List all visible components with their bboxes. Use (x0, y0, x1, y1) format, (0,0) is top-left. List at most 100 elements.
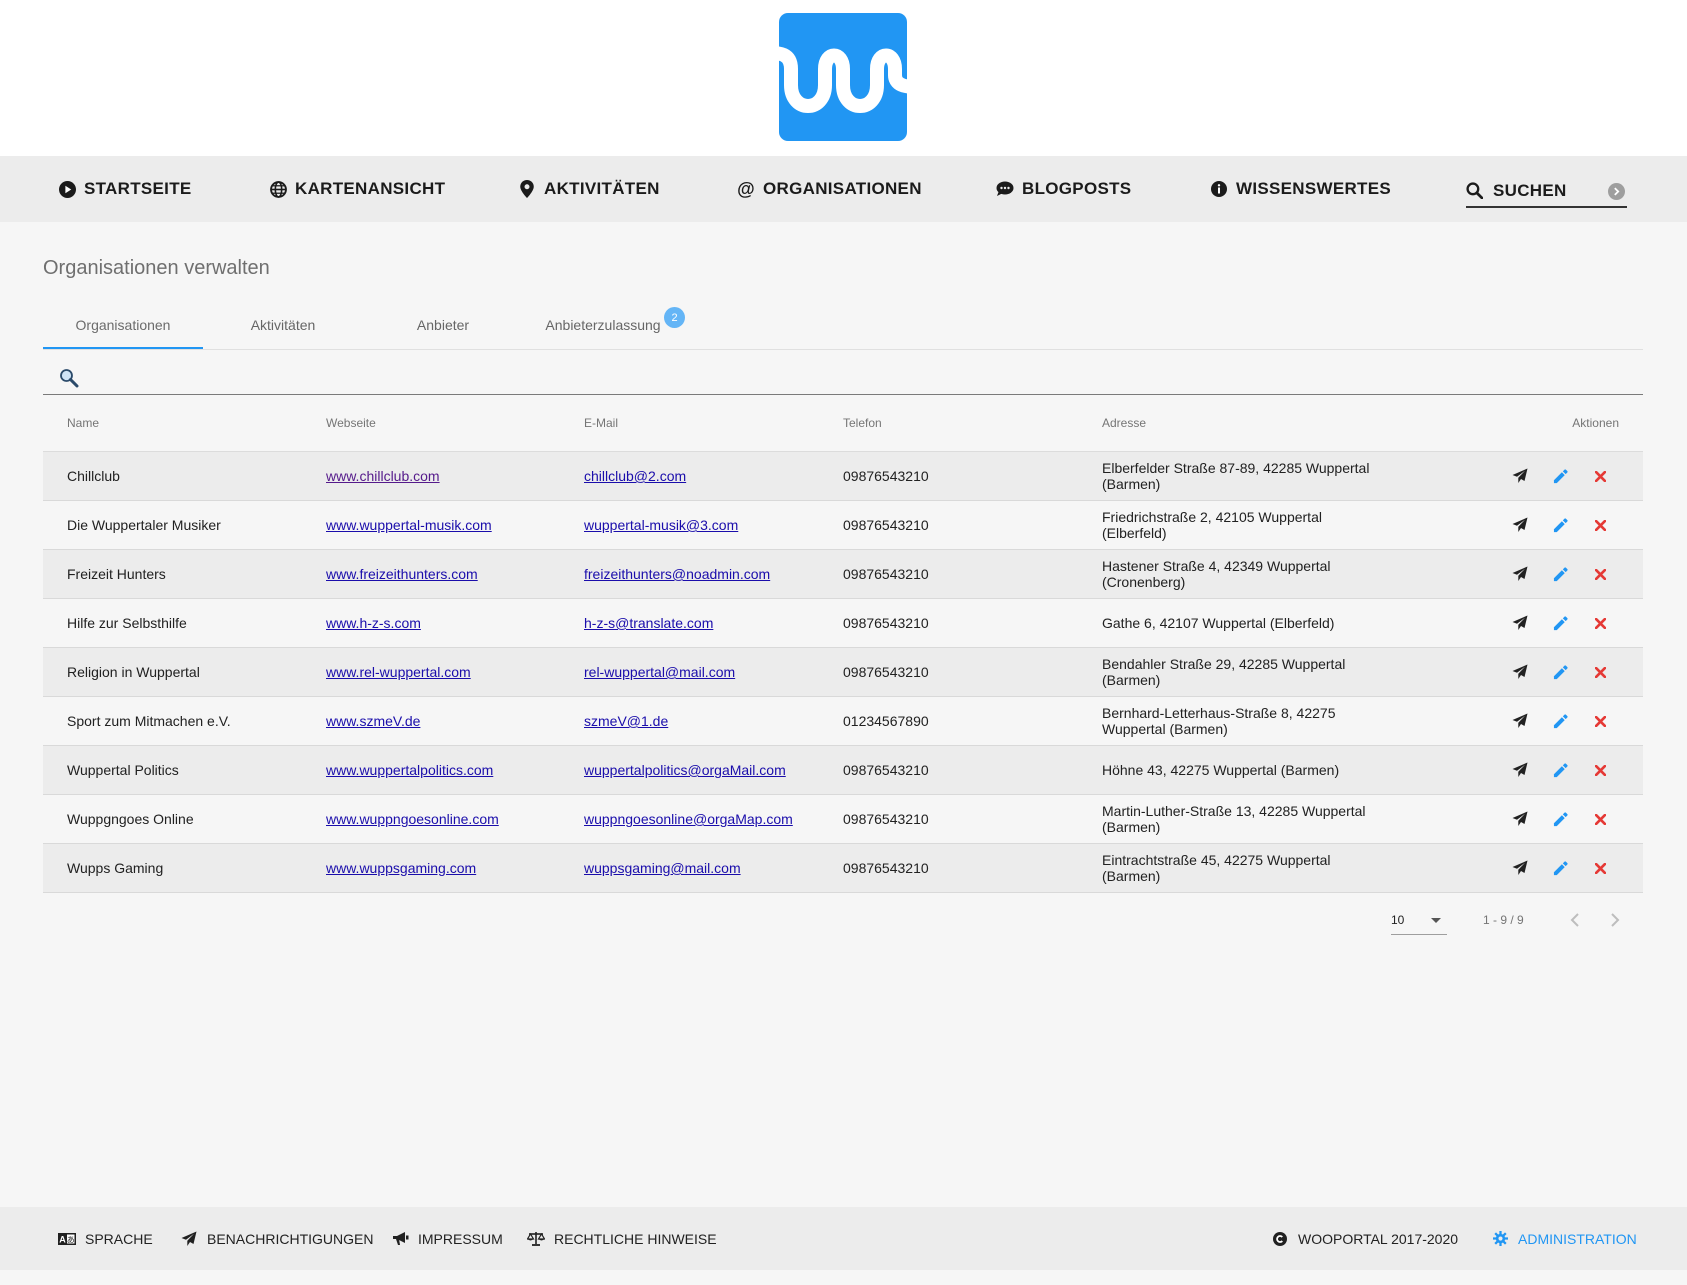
nav-item-blogposts[interactable]: BLOGPOSTS (996, 156, 1131, 222)
website-link[interactable]: www.rel-wuppertal.com (326, 664, 471, 680)
delete-x-icon (1594, 666, 1606, 678)
nav-item-startseite[interactable]: STARTSEITE (58, 156, 192, 222)
footer-item-label: RECHTLICHE HINWEISE (554, 1230, 717, 1247)
send-message-button[interactable] (1510, 662, 1530, 682)
email-link[interactable]: wuppngoesonline@orgaMap.com (584, 811, 793, 827)
website-link[interactable]: www.freizeithunters.com (326, 566, 478, 582)
footer-impressum[interactable]: IMPRESSUM (391, 1207, 503, 1270)
email-link[interactable]: rel-wuppertal@mail.com (584, 664, 735, 680)
delete-button[interactable] (1590, 809, 1610, 829)
footer-language[interactable]: Aあ SPRACHE (58, 1207, 153, 1270)
footer-notifications[interactable]: BENACHRICHTIGUNGEN (180, 1207, 373, 1270)
edit-button[interactable] (1550, 858, 1570, 878)
footer-item-label: IMPRESSUM (418, 1230, 503, 1247)
next-page-button[interactable] (1605, 910, 1625, 930)
edit-button[interactable] (1550, 662, 1570, 682)
email-link[interactable]: szmeV@1.de (584, 713, 668, 729)
delete-x-icon (1594, 470, 1606, 482)
email-link[interactable]: h-z-s@translate.com (584, 615, 713, 631)
edit-button[interactable] (1550, 466, 1570, 486)
footer-administration[interactable]: ADMINISTRATION (1491, 1207, 1637, 1270)
table-row[interactable]: Wupps Gaming www.wuppsgaming.com wuppsgami… (43, 844, 1643, 893)
send-message-button[interactable] (1510, 466, 1530, 486)
tab-organisationen[interactable]: Organisationen (43, 302, 203, 348)
send-icon (1512, 517, 1528, 533)
footer: Aあ SPRACHE BENACHRICHTIGUNGEN IMPRESSUM … (0, 1207, 1687, 1270)
delete-x-icon (1594, 568, 1606, 580)
edit-button[interactable] (1550, 515, 1570, 535)
website-link[interactable]: www.wuppertalpolitics.com (326, 762, 493, 778)
email-link[interactable]: wuppertalpolitics@orgaMail.com (584, 762, 786, 778)
nav-item-label: ORGANISATIONEN (763, 179, 922, 198)
website-link[interactable]: www.wuppertal-musik.com (326, 517, 492, 533)
delete-button[interactable] (1590, 760, 1610, 780)
edit-button[interactable] (1550, 711, 1570, 731)
cell-address: Hastener Straße 4, 42349 Wuppertal (Cron… (1102, 558, 1331, 590)
column-header-phone[interactable]: Telefon (843, 395, 882, 451)
website-link[interactable]: www.wuppngoesonline.com (326, 811, 499, 827)
column-header-address[interactable]: Adresse (1102, 395, 1146, 451)
send-message-button[interactable] (1510, 564, 1530, 584)
delete-button[interactable] (1590, 711, 1610, 731)
email-link[interactable]: wuppsgaming@mail.com (584, 860, 741, 876)
column-header-email[interactable]: E-Mail (584, 395, 618, 451)
column-header-website[interactable]: Webseite (326, 395, 376, 451)
table-row[interactable]: Religion in Wuppertal www.rel-wuppertal.c… (43, 648, 1643, 697)
edit-button[interactable] (1550, 564, 1570, 584)
nav-item-aktivitaeten[interactable]: AKTIVITÄTEN (518, 156, 660, 222)
table-row[interactable]: Die Wuppertaler Musiker www.wuppertal-mus… (43, 501, 1643, 550)
cell-address: Bernhard-Letterhaus-Straße 8, 42275 Wupp… (1102, 705, 1336, 737)
delete-button[interactable] (1590, 858, 1610, 878)
send-message-button[interactable] (1510, 809, 1530, 829)
table-row[interactable]: Hilfe zur Selbsthilfe www.h-z-s.com h-z-s@… (43, 599, 1643, 648)
website-link[interactable]: www.wuppsgaming.com (326, 860, 476, 876)
website-link[interactable]: www.chillclub.com (326, 468, 440, 484)
delete-button[interactable] (1590, 466, 1610, 486)
delete-button[interactable] (1590, 515, 1610, 535)
nav-search-field[interactable]: SUCHEN (1466, 176, 1627, 208)
nav-item-organisationen[interactable]: @ ORGANISATIONEN (737, 156, 922, 222)
send-message-button[interactable] (1510, 760, 1530, 780)
table-row[interactable]: Chillclub www.chillclub.com chillclub@2.co… (43, 452, 1643, 501)
paginator: 10 1 - 9 / 9 (0, 903, 1687, 939)
tab-anbieterzulassung[interactable]: Anbieterzulassung (523, 302, 683, 348)
send-message-button[interactable] (1510, 858, 1530, 878)
cell-email: rel-wuppertal@mail.com (584, 648, 735, 696)
edit-button[interactable] (1550, 760, 1570, 780)
cell-email: wuppsgaming@mail.com (584, 844, 741, 892)
website-link[interactable]: www.h-z-s.com (326, 615, 421, 631)
email-link[interactable]: freizeithunters@noadmin.com (584, 566, 770, 582)
wooportal-logo[interactable] (779, 13, 907, 141)
table-row[interactable]: Wuppertal Politics www.wuppertalpolitics.… (43, 746, 1643, 795)
delete-button[interactable] (1590, 662, 1610, 682)
delete-button[interactable] (1590, 564, 1610, 584)
tab-aktivitaeten[interactable]: Aktivitäten (203, 302, 363, 348)
page-size-select[interactable]: 10 (1391, 906, 1447, 935)
table-row[interactable]: Freizeit Hunters www.freizeithunters.com f… (43, 550, 1643, 599)
email-link[interactable]: chillclub@2.com (584, 468, 686, 484)
send-message-button[interactable] (1510, 711, 1530, 731)
previous-page-button[interactable] (1565, 910, 1585, 930)
tab-anbieter[interactable]: Anbieter (363, 302, 523, 348)
table-row[interactable]: Sport zum Mitmachen e.V. www.szmeV.de szme… (43, 697, 1643, 746)
admin-label: ADMINISTRATION (1518, 1230, 1637, 1247)
column-header-name[interactable]: Name (67, 395, 99, 451)
cell-website: www.h-z-s.com (326, 599, 421, 647)
send-message-button[interactable] (1510, 515, 1530, 535)
delete-button[interactable] (1590, 613, 1610, 633)
table-row[interactable]: Wuppgngoes Online www.wuppngoesonline.com… (43, 795, 1643, 844)
website-link[interactable]: www.szmeV.de (326, 713, 420, 729)
delete-x-icon (1594, 617, 1606, 629)
edit-button[interactable] (1550, 809, 1570, 829)
email-link[interactable]: wuppertal-musik@3.com (584, 517, 738, 533)
nav-item-wissenswertes[interactable]: WISSENSWERTES (1210, 156, 1391, 222)
edit-button[interactable] (1550, 613, 1570, 633)
footer-legal[interactable]: RECHTLICHE HINWEISE (527, 1207, 717, 1270)
send-message-button[interactable] (1510, 613, 1530, 633)
cell-email: freizeithunters@noadmin.com (584, 550, 770, 598)
nav-item-kartenansicht[interactable]: KARTENANSICHT (269, 156, 445, 222)
chevron-left-icon (1570, 913, 1579, 927)
cell-name: Wuppertal Politics (67, 762, 179, 778)
arrow-right-circle-icon[interactable] (1608, 183, 1625, 200)
filter-input[interactable] (91, 365, 995, 391)
